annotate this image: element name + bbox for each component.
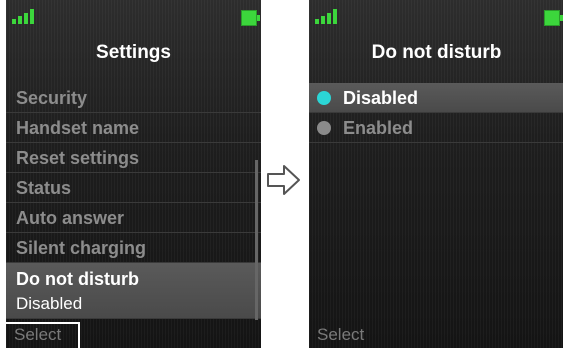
dnd-options: Disabled Enabled bbox=[309, 83, 563, 143]
menu-item-security[interactable]: Security bbox=[6, 83, 261, 113]
battery-icon bbox=[241, 10, 260, 26]
select-softkey[interactable]: Select bbox=[317, 325, 364, 345]
menu-item-value: Disabled bbox=[16, 294, 83, 313]
menu-item-silent-charging[interactable]: Silent charging bbox=[6, 233, 261, 263]
scrollbar[interactable] bbox=[255, 160, 258, 320]
do-not-disturb-screen: Do not disturb Disabled Enabled Select bbox=[309, 0, 563, 348]
option-label: Enabled bbox=[343, 118, 414, 138]
menu-item-do-not-disturb[interactable]: Do not disturb Disabled bbox=[6, 263, 261, 319]
status-bar bbox=[6, 0, 261, 30]
battery-icon bbox=[544, 10, 563, 26]
option-label: Disabled bbox=[343, 88, 419, 108]
menu-item-handset-name[interactable]: Handset name bbox=[6, 113, 261, 143]
signal-bars-icon bbox=[12, 8, 38, 24]
select-softkey[interactable]: Select bbox=[14, 325, 61, 345]
menu-item-status[interactable]: Status bbox=[6, 173, 261, 203]
screen-title: Settings bbox=[96, 42, 171, 63]
menu-item-reset-settings[interactable]: Reset settings bbox=[6, 143, 261, 173]
option-enabled[interactable]: Enabled bbox=[309, 113, 563, 143]
settings-menu: Security Handset name Reset settings Sta… bbox=[6, 83, 261, 319]
option-disabled[interactable]: Disabled bbox=[309, 83, 563, 113]
settings-screen: Settings Security Handset name Reset set… bbox=[6, 0, 261, 348]
radio-unselected-icon bbox=[317, 121, 331, 135]
radio-selected-icon bbox=[317, 91, 331, 105]
menu-item-label: Do not disturb bbox=[16, 269, 139, 289]
arrow-right-icon bbox=[267, 165, 300, 195]
status-bar bbox=[309, 0, 563, 30]
signal-bars-icon bbox=[315, 8, 341, 24]
screen-title: Do not disturb bbox=[371, 42, 502, 63]
menu-item-auto-answer[interactable]: Auto answer bbox=[6, 203, 261, 233]
